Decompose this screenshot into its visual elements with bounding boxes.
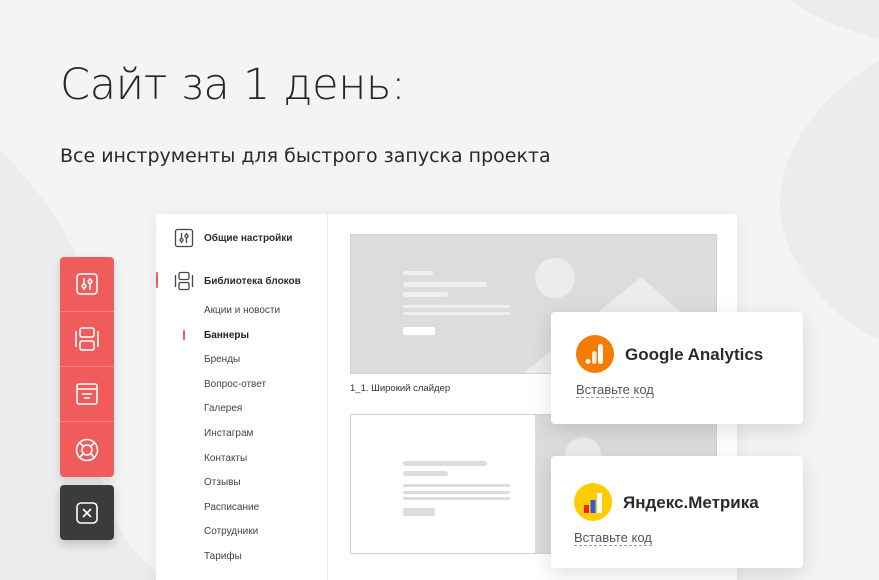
sidebar-item-contacts[interactable]: Контакты xyxy=(204,451,280,476)
sidebar-item-instagram[interactable]: Инстаграм xyxy=(204,426,280,451)
block-caption: 1_1. Широкий слайдер xyxy=(350,383,451,394)
sidebar-block-library-label: Библиотека блоков xyxy=(204,275,301,287)
sidebar-item-gallery[interactable]: Галерея xyxy=(204,401,280,426)
sliders-icon xyxy=(174,228,194,248)
sidebar-item-tariffs[interactable]: Тарифы xyxy=(204,549,280,574)
integration-name: Яндекс.Метрика xyxy=(623,493,759,512)
sidebar-general-settings-label: Общие настройки xyxy=(204,232,293,244)
active-item-marker xyxy=(183,329,185,340)
admin-sidebar: Общие настройки Библиотека блоков Акции … xyxy=(156,214,328,580)
sidebar-item-banners-label: Баннеры xyxy=(204,329,250,341)
close-tool-button[interactable] xyxy=(60,485,114,540)
sidebar-item-banners[interactable]: Баннеры xyxy=(183,328,280,353)
yandex-metrika-icon xyxy=(574,483,612,521)
yandex-metrika-card: Яндекс.Метрика Вставьте код xyxy=(551,456,803,568)
insert-code-link[interactable]: Вставьте код xyxy=(574,530,652,546)
layout-tool-button[interactable] xyxy=(60,367,114,422)
google-analytics-icon xyxy=(576,335,614,373)
sidebar-item-schedule[interactable]: Расписание xyxy=(204,500,280,525)
hero-subtitle: Все инструменты для быстрого запуска про… xyxy=(60,145,551,167)
insert-code-link[interactable]: Вставьте код xyxy=(576,382,654,398)
hero-title: Сайт за 1 день: xyxy=(60,60,406,110)
blocks-tool-button[interactable] xyxy=(60,312,114,367)
active-group-marker xyxy=(156,272,158,288)
support-tool-button[interactable] xyxy=(60,422,114,477)
sliders-icon xyxy=(76,273,98,295)
block-library-list: Акции и новости Баннеры Бренды Вопрос-от… xyxy=(183,303,280,574)
close-icon xyxy=(76,501,98,524)
blocks-icon xyxy=(174,271,194,291)
google-analytics-card: Google Analytics Вставьте код xyxy=(551,312,803,424)
sidebar-item-faq[interactable]: Вопрос-ответ xyxy=(204,377,280,402)
tools-toolbar xyxy=(60,257,114,477)
settings-tool-button[interactable] xyxy=(60,257,114,312)
sidebar-general-settings[interactable]: Общие настройки xyxy=(174,228,292,248)
sidebar-item-reviews[interactable]: Отзывы xyxy=(204,475,280,500)
sidebar-block-library[interactable]: Библиотека блоков xyxy=(174,271,301,291)
sidebar-item-brands[interactable]: Бренды xyxy=(204,352,280,377)
sidebar-item-promos[interactable]: Акции и новости xyxy=(204,303,280,328)
lifebuoy-icon xyxy=(75,438,99,461)
integration-name: Google Analytics xyxy=(625,345,764,364)
blocks-icon xyxy=(75,327,99,351)
layout-icon xyxy=(76,383,98,405)
sidebar-item-staff[interactable]: Сотрудники xyxy=(204,524,280,549)
